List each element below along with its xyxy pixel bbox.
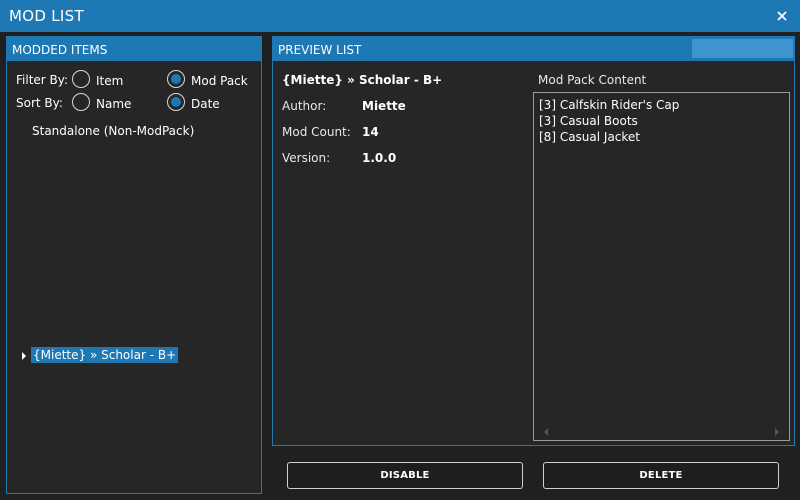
modded-items-header: MODDED ITEMS (7, 37, 261, 61)
preview-list-panel: PREVIEW LIST {Miette} » Scholar - B+ Aut… (272, 36, 795, 446)
filter-modpack-label[interactable]: Mod Pack (191, 74, 248, 88)
sort-by-label: Sort By: (16, 96, 63, 110)
modded-items-panel: MODDED ITEMS Filter By: Item Mod Pack So… (6, 36, 262, 494)
scroll-right-button[interactable] (773, 426, 781, 436)
version-label: Version: (282, 151, 331, 165)
modpack-tree-item[interactable]: {Miette} » Scholar - B+ (31, 347, 179, 363)
version-value: 1.0.0 (362, 151, 397, 165)
close-button[interactable] (770, 4, 794, 28)
sort-name-radio[interactable] (72, 93, 90, 111)
close-icon (777, 11, 787, 21)
list-item[interactable]: [8] Casual Jacket (539, 130, 640, 144)
mod-count-value: 14 (362, 125, 379, 139)
delete-button[interactable]: DELETE (543, 462, 779, 489)
content-label: Mod Pack Content (538, 73, 647, 87)
chevron-right-icon (775, 428, 779, 436)
window-body: MODDED ITEMS Filter By: Item Mod Pack So… (0, 32, 800, 500)
mod-count-label: Mod Count: (282, 125, 351, 139)
sort-date-radio[interactable] (167, 93, 185, 111)
author-value: Miette (362, 99, 406, 113)
list-item[interactable]: [3] Casual Boots (539, 114, 638, 128)
window-title: MOD LIST (9, 7, 84, 25)
title-bar: MOD LIST (0, 0, 800, 32)
modpack-content-list[interactable]: [3] Calfskin Rider's Cap [3] Casual Boot… (533, 92, 790, 441)
scroll-left-button[interactable] (542, 426, 550, 436)
list-item[interactable]: [3] Calfskin Rider's Cap (539, 98, 679, 112)
author-label: Author: (282, 99, 327, 113)
filter-item-radio[interactable] (72, 70, 90, 88)
chevron-left-icon (544, 428, 548, 436)
filter-by-label: Filter By: (16, 73, 69, 87)
pack-title: {Miette} » Scholar - B+ (282, 73, 443, 87)
sort-date-label[interactable]: Date (191, 97, 220, 111)
header-search-box[interactable] (692, 39, 793, 58)
filter-modpack-radio[interactable] (167, 70, 185, 88)
preview-list-header: PREVIEW LIST (273, 37, 794, 61)
chevron-right-icon (22, 352, 26, 360)
tree-expand-toggle[interactable] (20, 350, 28, 360)
disable-button[interactable]: DISABLE (287, 462, 523, 489)
standalone-item[interactable]: Standalone (Non-ModPack) (32, 124, 194, 138)
filter-item-label[interactable]: Item (96, 74, 123, 88)
sort-name-label[interactable]: Name (96, 97, 131, 111)
preview-list-title: PREVIEW LIST (278, 43, 362, 57)
